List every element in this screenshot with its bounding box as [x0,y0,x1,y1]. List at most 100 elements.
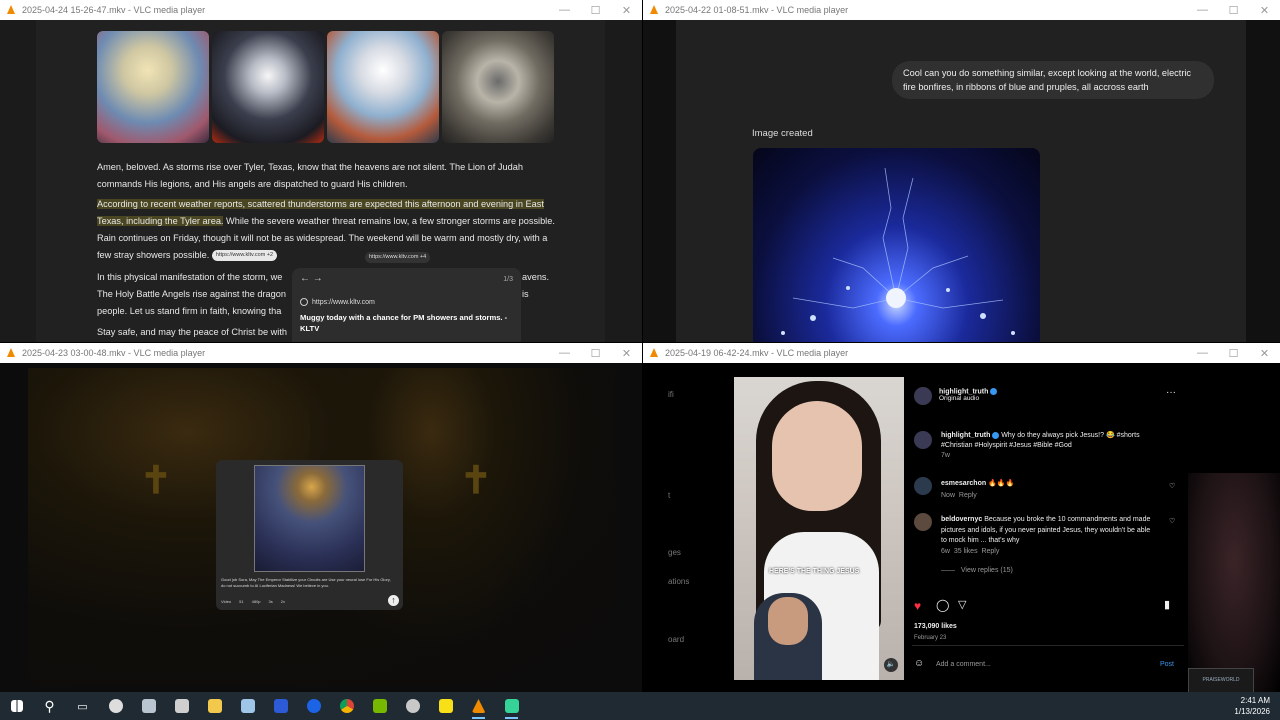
reply-button[interactable]: Reply [959,492,977,499]
minimize-button[interactable]: — [1187,4,1218,17]
reel-video[interactable]: HERE'S THE THING JESUS 🔈 [734,377,904,680]
post-button[interactable]: Post [1160,661,1174,668]
app-icon-13[interactable] [495,692,528,720]
view-replies[interactable]: —— View replies (15) [941,567,1013,574]
left-menu-item[interactable]: ifi [668,390,674,399]
share-icon[interactable]: ▽ [958,598,966,611]
close-button[interactable]: ✕ [611,4,642,17]
header-username[interactable]: highlight_truth [939,388,988,395]
window-titlebar[interactable]: 2025-04-22 01-08-51.mkv - VLC media play… [643,0,1280,20]
image-thumbnail-3[interactable] [327,31,439,143]
comment-input[interactable]: Add a comment... [936,661,991,668]
avatar[interactable] [914,431,932,449]
app-icon-7[interactable] [297,692,330,720]
paragraph-4: Stay safe, and may the peace of Christ b… [97,327,287,337]
add-icon[interactable]: ↑ [388,595,399,606]
window-titlebar[interactable]: 2025-04-23 03-00-48.mkv - VLC media play… [0,343,642,363]
nvidia-icon[interactable] [363,692,396,720]
vlc-window-1[interactable]: 2025-04-24 15-26-47.mkv - VLC media play… [0,0,642,342]
maximize-button[interactable]: ☐ [1218,347,1249,360]
like-icon[interactable]: ♥ [914,599,921,613]
window-title: 2025-04-22 01-08-51.mkv - VLC media play… [665,5,849,15]
task-view-icon[interactable]: ▭ [66,692,99,720]
generated-image[interactable] [753,148,1040,342]
bookmark-icon[interactable]: ▮ [1164,598,1170,611]
image-thumbnail-1[interactable] [97,31,209,143]
left-menu-item[interactable]: oard [668,635,684,644]
vlc-window-4[interactable]: 2025-04-19 06-42-24.mkv - VLC media play… [643,343,1280,692]
video-content: ✝ ✝ Good job Sora, May The Emperor Stabi… [0,363,642,692]
vlc-window-3[interactable]: 2025-04-23 03-00-48.mkv - VLC media play… [0,343,642,692]
cross-icon: ✝ [140,460,172,502]
minimize-button[interactable]: — [549,4,580,17]
window-titlebar[interactable]: 2025-04-19 06-42-24.mkv - VLC media play… [643,343,1280,363]
more-options-icon[interactable]: ··· [1166,387,1176,398]
avatar[interactable] [914,513,932,531]
comment-time: Now [941,492,956,499]
image-thumbnail-4[interactable] [442,31,554,143]
file-explorer-icon[interactable] [198,692,231,720]
close-button[interactable]: ✕ [611,347,642,360]
app-icon-10[interactable] [396,692,429,720]
like-comment-icon[interactable]: ♡ [1169,482,1175,490]
maximize-button[interactable]: ☐ [580,4,611,17]
avatar[interactable] [914,477,932,495]
close-button[interactable]: ✕ [1249,4,1280,17]
vlc-window-2[interactable]: 2025-04-22 01-08-51.mkv - VLC media play… [643,0,1280,342]
left-menu-item[interactable]: ges [668,548,681,557]
media-card[interactable]: Good job Sora, May The Emperor Stabilize… [216,460,403,610]
maximize-button[interactable]: ☐ [1218,4,1249,17]
maximize-button[interactable]: ☐ [580,347,611,360]
avatar[interactable] [914,387,932,405]
minimize-button[interactable]: — [1187,347,1218,360]
chat-column: Cool can you do something similar, excep… [676,20,1246,342]
image-thumbnail-2[interactable] [212,31,324,143]
window-titlebar[interactable]: 2025-04-24 15-26-47.mkv - VLC media play… [0,0,642,20]
globe-icon [300,298,308,306]
app-icon-3[interactable] [165,692,198,720]
comment-username[interactable]: beldovernyc [941,516,982,523]
window-title: 2025-04-24 15-26-47.mkv - VLC media play… [22,5,206,15]
close-button[interactable]: ✕ [1249,347,1280,360]
reply-button[interactable]: Reply [981,548,999,555]
app-icon-1[interactable] [99,692,132,720]
like-comment-icon[interactable]: ♡ [1169,517,1175,525]
search-icon[interactable]: ⚲ [33,692,66,720]
view-replies-text[interactable]: View replies (15) [961,567,1013,574]
comment-likes[interactable]: 35 likes [954,548,978,555]
meta-quality: 480p [251,599,261,604]
volume-icon[interactable]: 🔈 [884,658,898,672]
post-date: February 23 [914,635,947,641]
popup-source[interactable]: https://www.kltv.com [300,298,375,306]
popup-nav-arrows[interactable]: ← → [300,273,323,284]
start-icon[interactable] [0,692,33,720]
comment-icon[interactable]: ◯ [936,598,949,612]
image-created-label: Image created [752,128,813,139]
minimize-button[interactable]: — [549,347,580,360]
sticky-notes-icon[interactable] [429,692,462,720]
video-content: Cool can you do something similar, excep… [643,20,1280,342]
divider [912,645,1184,646]
chrome-icon[interactable] [330,692,363,720]
post-caption: highlight_truth Why do they always pick … [941,431,1171,461]
comment-username[interactable]: esmesarchon [941,480,986,487]
header-sub[interactable]: Original audio [939,395,979,402]
paragraph-3-left: In this physical manifestation of the st… [97,269,297,320]
app-icon-6[interactable] [264,692,297,720]
left-menu-item[interactable]: t [668,491,670,500]
likes-count[interactable]: 173,090 likes [914,623,957,630]
system-clock[interactable]: 2:41 AM 1/13/2026 [1234,695,1270,717]
window-title: 2025-04-19 06-42-24.mkv - VLC media play… [665,348,849,358]
caption-username[interactable]: highlight_truth [941,432,990,439]
source-chip-1[interactable]: https://www.kltv.com +2 [211,250,278,262]
vlc-icon[interactable] [462,692,495,720]
emoji-icon[interactable]: ☺ [914,658,924,669]
card-description: Good job Sora, May The Emperor Stabilize… [221,577,391,588]
app-icon-5[interactable] [231,692,264,720]
app-icon-2[interactable] [132,692,165,720]
popup-headline[interactable]: Muggy today with a chance for PM showers… [300,312,518,334]
card-image[interactable] [254,465,365,572]
left-menu-item[interactable]: ations [668,577,689,586]
source-chip-2[interactable]: https://www.kltv.com +4 [365,252,431,263]
source-popup[interactable]: ← → 1/3 https://www.kltv.com Muggy today… [292,268,521,342]
